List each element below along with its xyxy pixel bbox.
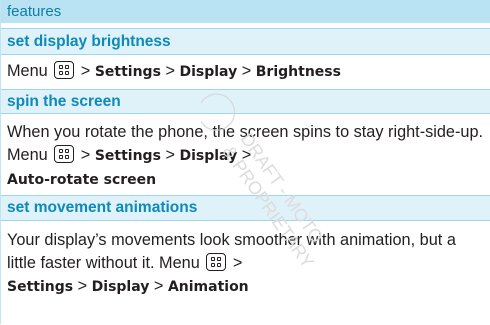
path-auto-rotate: Auto-rotate screen <box>7 172 157 188</box>
section-body-spin: When you rotate the phone, the screen sp… <box>1 121 490 192</box>
section-title-text: set movement animations <box>7 199 198 216</box>
path-separator: > <box>237 62 256 80</box>
menu-label: Menu <box>7 62 48 80</box>
path-brightness: Brightness <box>255 64 341 80</box>
path-separator: > <box>237 146 252 164</box>
section-body-animations: Your display’s movements look smoother w… <box>1 229 490 299</box>
chapter-title: features <box>7 3 62 20</box>
menu-key-icon <box>54 145 75 163</box>
path-display: Display <box>179 148 238 164</box>
path-settings: Settings <box>94 148 161 164</box>
menu-label: Menu <box>7 146 48 164</box>
menu-key-icon <box>54 61 75 79</box>
chapter-header: features <box>1 0 490 23</box>
section-text: When you rotate the phone, the screen sp… <box>7 123 484 141</box>
section-title-spin: spin the screen <box>1 89 490 114</box>
section-title-brightness: set display brightness <box>1 28 490 55</box>
path-separator: > <box>160 146 180 164</box>
path-display: Display <box>179 64 238 80</box>
path-settings: Settings <box>94 64 161 80</box>
section-title-animations: set movement animations <box>1 195 490 221</box>
section-title-text: spin the screen <box>7 93 121 110</box>
path-separator: > <box>73 277 92 295</box>
path-separator: > <box>76 146 95 164</box>
path-separator: > <box>228 254 243 272</box>
manual-page: features set display brightness Menu > S… <box>0 0 490 324</box>
path-separator: > <box>149 277 168 295</box>
path-display: Display <box>91 279 150 295</box>
menu-label: Menu <box>159 254 200 272</box>
path-separator: > <box>160 62 180 80</box>
path-animation: Animation <box>167 279 249 295</box>
section-body-brightness: Menu > Settings > Display > Brightness <box>1 60 490 84</box>
path-settings: Settings <box>7 279 74 295</box>
menu-key-icon <box>206 253 227 271</box>
section-title-text: set display brightness <box>7 33 171 50</box>
path-separator: > <box>76 62 95 80</box>
